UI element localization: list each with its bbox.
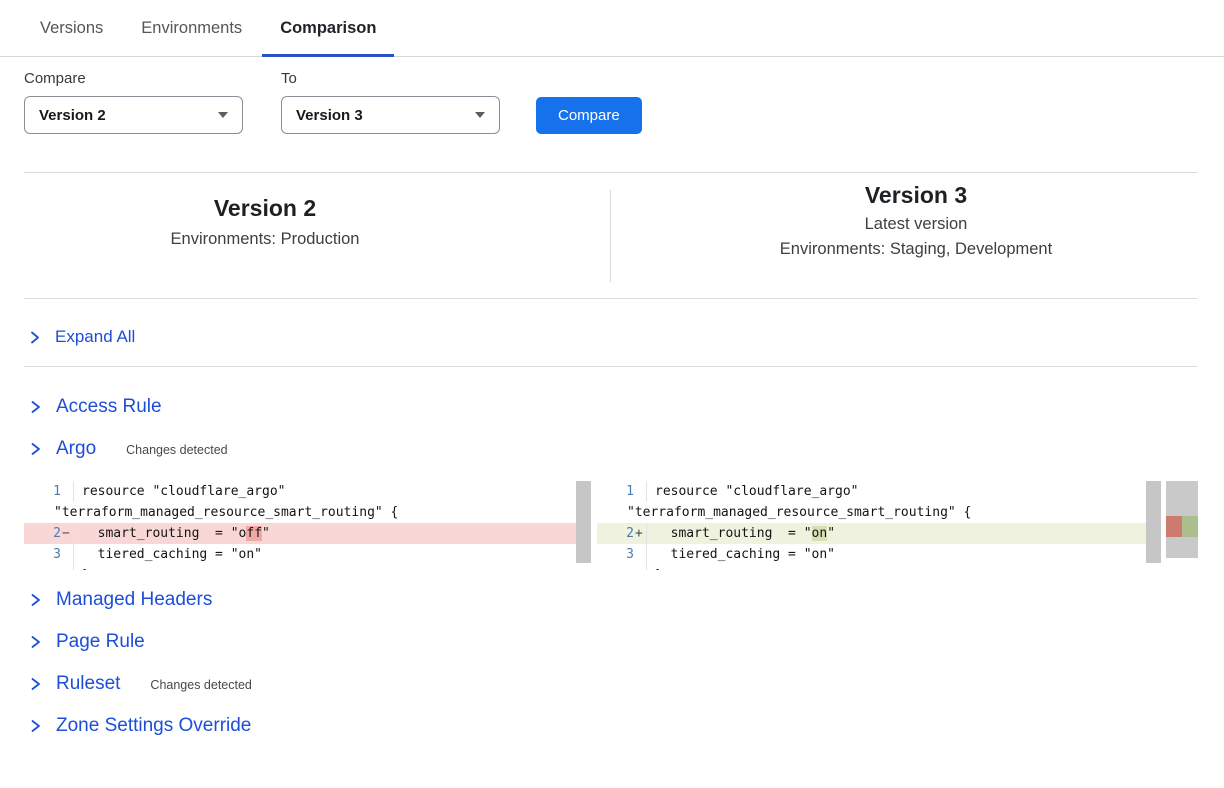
chevron-right-icon [28, 441, 42, 457]
line-number-gutter: 2− [24, 523, 74, 544]
scrollbar-right[interactable] [1146, 481, 1161, 563]
minimap-block [1166, 537, 1198, 558]
diff-line: "terraform_managed_resource_smart_routin… [24, 502, 591, 523]
compare-label: Compare [24, 70, 243, 87]
compare-to-value: Version 3 [296, 107, 363, 124]
compare-field: Compare Version 2 [24, 70, 243, 134]
tab-bar: Versions Environments Comparison [0, 0, 1224, 57]
changes-detected-badge: Changes detected [150, 675, 251, 692]
line-number-gutter: 3 [24, 544, 74, 565]
section-label: Ruleset [56, 673, 120, 695]
version-right-title: Version 3 [658, 182, 1174, 209]
chevron-right-icon [28, 399, 42, 415]
expand-all-block: Expand All [0, 299, 1224, 350]
minimap-insertion-marker [1182, 516, 1198, 537]
line-number-gutter: 2+ [597, 523, 647, 544]
section-page-rule[interactable]: Page Rule [28, 630, 1224, 654]
version-right-latest: Latest version [658, 215, 1174, 234]
expand-all-button[interactable]: Expand All [28, 325, 135, 349]
section-managed-headers[interactable]: Managed Headers [28, 588, 1224, 612]
line-number-gutter [24, 565, 74, 570]
section-label: Zone Settings Override [56, 715, 251, 737]
caret-down-icon [218, 112, 228, 118]
diff-code-right: 1resource "cloudflare_argo""terraform_ma… [597, 481, 1161, 570]
diff-line: 1resource "cloudflare_argo" [24, 481, 591, 502]
version-right-environments: Environments: Staging, Development [658, 240, 1174, 259]
diff-line: 1resource "cloudflare_argo" [597, 481, 1161, 502]
compare-button[interactable]: Compare [536, 97, 642, 134]
chevron-right-icon [28, 676, 42, 692]
divider [24, 366, 1197, 367]
expand-all-label: Expand All [55, 327, 135, 347]
compare-controls: Compare Version 2 To Version 3 Compare [24, 70, 1224, 134]
diff-line: } [597, 565, 1161, 570]
minimap-change-marker [1166, 516, 1198, 537]
minimap-deletion-marker [1166, 516, 1182, 537]
diff-minimap [1166, 481, 1198, 558]
line-number-gutter: 1 [597, 481, 647, 502]
chevron-right-icon [28, 592, 42, 608]
diff-panel-right: 1resource "cloudflare_argo""terraform_ma… [597, 481, 1161, 570]
chevron-right-icon [28, 330, 41, 345]
to-label: To [281, 70, 500, 87]
version-headers: Version 2 Environments: Production Versi… [0, 173, 1224, 298]
minimap-block [1166, 481, 1198, 516]
diff-line: "terraform_managed_resource_smart_routin… [597, 502, 1161, 523]
diff-code-left: 1resource "cloudflare_argo""terraform_ma… [24, 481, 591, 570]
scrollbar-left[interactable] [576, 481, 591, 563]
compare-from-select[interactable]: Version 2 [24, 96, 243, 134]
section-label: Managed Headers [56, 589, 212, 611]
diff-line: 2− smart_routing = "off" [24, 523, 591, 544]
section-ruleset[interactable]: Ruleset Changes detected [28, 672, 1224, 696]
compare-to-select[interactable]: Version 3 [281, 96, 500, 134]
section-label: Page Rule [56, 631, 145, 653]
sections-list: Access Rule Argo Changes detected 1resou… [0, 395, 1224, 738]
line-number-gutter: 3 [597, 544, 647, 565]
chevron-right-icon [28, 634, 42, 650]
line-number-gutter: 1 [24, 481, 74, 502]
section-zone-settings-override[interactable]: Zone Settings Override [28, 714, 1224, 738]
section-label: Access Rule [56, 396, 162, 418]
diff-line: 2+ smart_routing = "on" [597, 523, 1161, 544]
changes-detected-badge: Changes detected [126, 440, 227, 457]
diff-line: } [24, 565, 591, 570]
version-right-header: Version 3 Latest version Environments: S… [586, 173, 1174, 298]
diff-line: 3 tiered_caching = "on" [24, 544, 591, 565]
compare-from-value: Version 2 [39, 107, 106, 124]
diff-line: 3 tiered_caching = "on" [597, 544, 1161, 565]
version-left-header: Version 2 Environments: Production [0, 173, 586, 298]
diff-panel-left: 1resource "cloudflare_argo""terraform_ma… [24, 481, 591, 570]
tab-comparison[interactable]: Comparison [262, 0, 394, 56]
to-field: To Version 3 [281, 70, 500, 134]
version-left-title: Version 2 [0, 195, 530, 222]
tab-versions[interactable]: Versions [22, 0, 121, 56]
version-left-environments: Environments: Production [0, 230, 530, 249]
diff-view: 1resource "cloudflare_argo""terraform_ma… [24, 481, 1224, 570]
section-label: Argo [56, 438, 96, 460]
caret-down-icon [475, 112, 485, 118]
section-access-rule[interactable]: Access Rule [28, 395, 1224, 419]
chevron-right-icon [28, 718, 42, 734]
line-number-gutter [597, 565, 647, 570]
tab-environments[interactable]: Environments [123, 0, 260, 56]
section-argo[interactable]: Argo Changes detected [28, 437, 1224, 461]
vertical-divider [610, 190, 611, 282]
